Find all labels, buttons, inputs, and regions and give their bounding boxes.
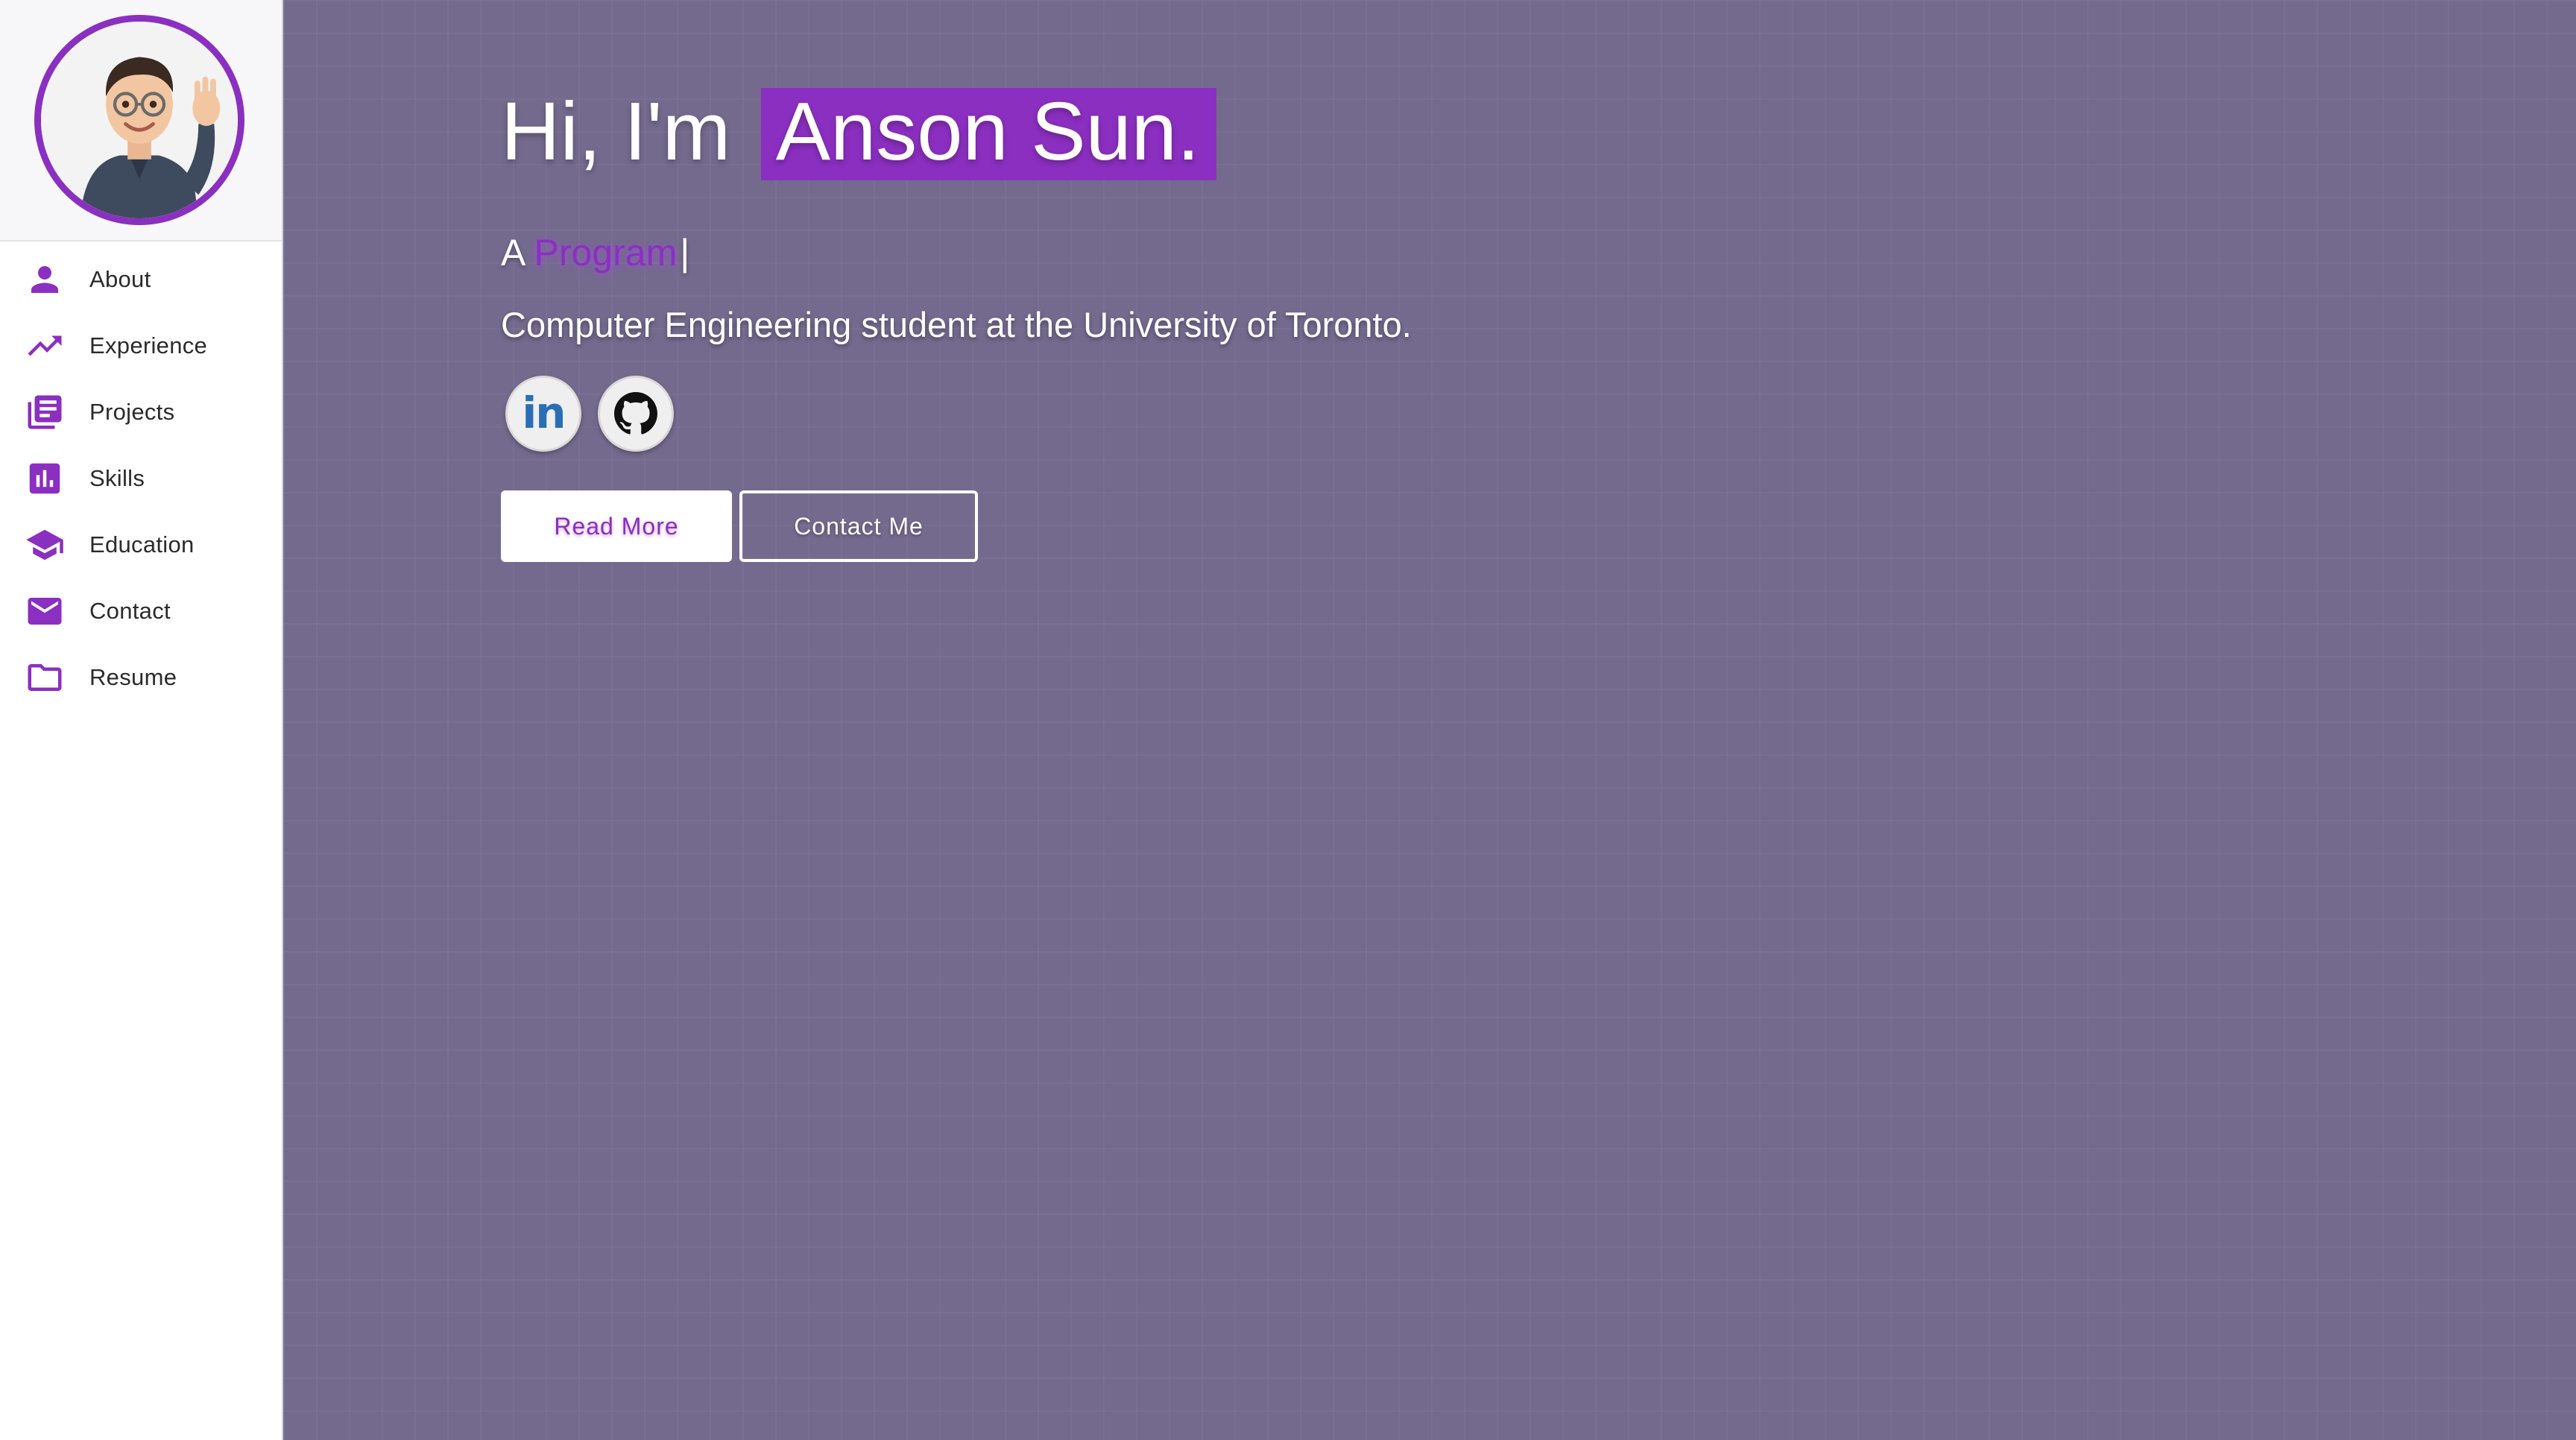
bar-chart-icon	[24, 458, 66, 499]
social-links: in	[505, 376, 674, 452]
sidebar-item-label: Education	[89, 531, 195, 558]
hero-subtitle: Computer Engineering student at the Univ…	[501, 305, 1412, 344]
avatar[interactable]	[34, 15, 244, 225]
trending-up-icon	[24, 325, 66, 367]
github-icon	[614, 392, 657, 435]
read-more-button[interactable]: Read More	[501, 490, 732, 562]
sidebar-item-label: About	[89, 265, 151, 292]
memoji-avatar-illustration	[41, 22, 238, 218]
hero-section: Hi, I'm Anson Sun. A Program| Computer E…	[283, 0, 2576, 1440]
sidebar-item-education[interactable]: Education	[0, 511, 282, 578]
typed-prefix: A	[501, 232, 524, 274]
sidebar: About Experience Projects Skills Educati…	[0, 0, 283, 1440]
mail-icon	[24, 590, 66, 632]
avatar-area	[0, 0, 282, 241]
sidebar-item-label: Skills	[89, 464, 145, 491]
sidebar-item-skills[interactable]: Skills	[0, 445, 282, 511]
sidebar-item-label: Experience	[89, 332, 208, 359]
typed-role-word: Program	[534, 232, 678, 274]
hero-name-highlight: Anson Sun.	[760, 88, 1216, 180]
sidebar-item-projects[interactable]: Projects	[0, 379, 282, 445]
hero-buttons: Read More Contact Me	[501, 490, 978, 562]
typed-role-line: A Program|	[501, 231, 689, 274]
sidebar-item-contact[interactable]: Contact	[0, 578, 282, 644]
sidebar-item-resume[interactable]: Resume	[0, 644, 282, 710]
sidebar-item-experience[interactable]: Experience	[0, 312, 282, 379]
sidebar-item-label: Resume	[89, 663, 177, 690]
hero-greeting: Hi, I'm	[501, 86, 731, 177]
sidebar-item-label: Contact	[89, 597, 171, 624]
school-icon	[24, 524, 66, 566]
sidebar-item-label: Projects	[89, 398, 175, 425]
hero-title: Hi, I'm Anson Sun.	[501, 88, 1216, 180]
typing-cursor: |	[680, 232, 690, 274]
person-icon	[24, 259, 66, 300]
sidebar-nav: About Experience Projects Skills Educati…	[0, 246, 282, 710]
linkedin-icon: in	[522, 388, 566, 438]
github-button[interactable]	[598, 376, 674, 452]
folder-icon	[24, 657, 66, 698]
sidebar-item-about[interactable]: About	[0, 246, 282, 312]
linkedin-button[interactable]: in	[505, 376, 581, 452]
library-books-icon	[24, 391, 66, 433]
contact-me-button[interactable]: Contact Me	[739, 490, 978, 562]
